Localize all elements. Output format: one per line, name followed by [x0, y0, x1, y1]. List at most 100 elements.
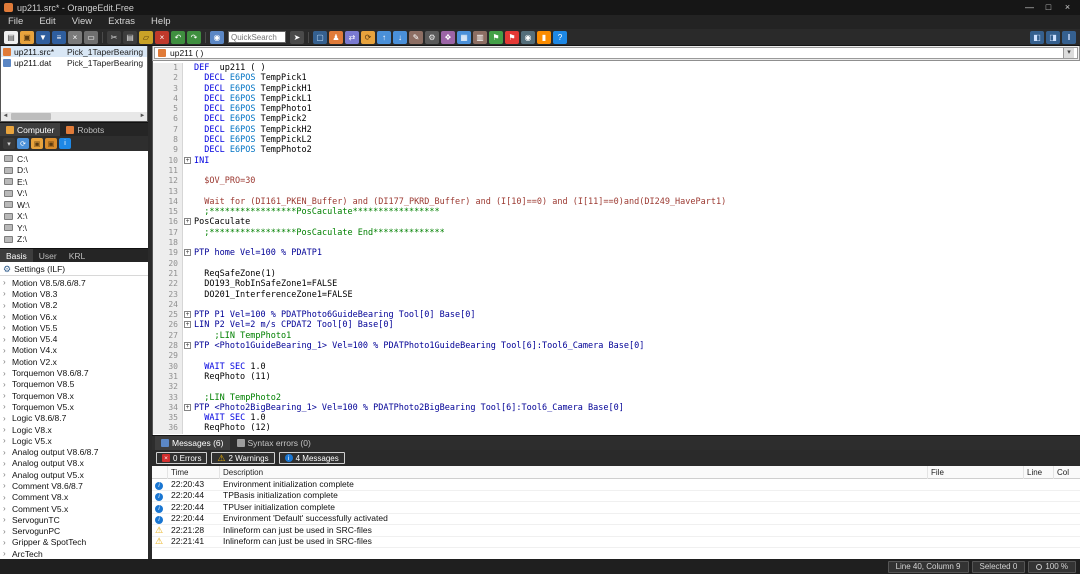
message-row[interactable]: i 22:20:43 Environment initialization comp… — [152, 479, 1080, 491]
ilf-tree-item[interactable]: › ServogunTC — [0, 514, 148, 525]
save-icon[interactable]: ▼ — [36, 30, 50, 44]
scroll-left-icon[interactable]: ◄ — [1, 112, 10, 121]
drive-item[interactable]: E:\ — [0, 176, 148, 188]
robot-icon[interactable]: ♟ — [329, 30, 343, 44]
split-left-icon[interactable]: ◧ — [1030, 30, 1044, 44]
ilf-tree-item[interactable]: › Motion V8.3 — [0, 288, 148, 299]
settings-gear-icon[interactable]: ⚙ — [425, 30, 439, 44]
new-folder-icon[interactable]: ▣ — [45, 138, 57, 149]
close-file-icon[interactable]: × — [68, 30, 82, 44]
cursor-position[interactable]: Line 40, Column 9 — [887, 560, 969, 573]
ilf-tree-item[interactable]: › Logic V5.x — [0, 435, 148, 446]
scrollbar-thumb[interactable] — [11, 113, 51, 120]
fold-toggle-icon[interactable]: + — [184, 218, 191, 226]
delete-icon[interactable]: × — [155, 30, 169, 44]
ilf-tree-item[interactable]: › Logic V8.x — [0, 424, 148, 435]
ilf-tree-item[interactable]: › Motion V5.5 — [0, 322, 148, 333]
menu-extras[interactable]: Extras — [100, 15, 143, 29]
ilf-tree-item[interactable]: › Comment V8.x — [0, 492, 148, 503]
undo-icon[interactable]: ↶ — [171, 30, 185, 44]
monitor-icon[interactable]: ▢ — [313, 30, 327, 44]
ilf-tree-item[interactable]: › Comment V5.x — [0, 503, 148, 514]
ilf-tree-item[interactable]: › Motion V6.x — [0, 311, 148, 322]
tab-user[interactable]: User — [33, 249, 63, 263]
print-icon[interactable]: ▭ — [84, 30, 98, 44]
camera-icon[interactable]: ◉ — [521, 30, 535, 44]
drive-item[interactable]: W:\ — [0, 199, 148, 211]
ilf-tree-item[interactable]: › Motion V5.4 — [0, 333, 148, 344]
fold-toggle-icon[interactable]: + — [184, 342, 191, 350]
column-header-file[interactable]: File — [928, 465, 1024, 479]
scroll-right-icon[interactable]: ► — [138, 112, 147, 121]
message-row[interactable]: ⚠ 22:21:28 Inlineform can just be used in … — [152, 525, 1080, 537]
ilf-tree-item[interactable]: › Torquemon V8.x — [0, 390, 148, 401]
sync-folder-icon[interactable]: ⟳ — [361, 30, 375, 44]
ilf-settings-header[interactable]: ⚙ Settings (ILF) — [0, 262, 148, 276]
fold-toggle-icon[interactable]: + — [184, 321, 191, 329]
ilf-tree-item[interactable]: › Torquemon V5.x — [0, 401, 148, 412]
fold-toggle-icon[interactable]: + — [184, 249, 191, 257]
ilf-tree-item[interactable]: › Analog output V8.6/8.7 — [0, 446, 148, 457]
compare-files-icon[interactable]: ⇄ — [345, 30, 359, 44]
ilf-tree-item[interactable]: › Motion V8.5/8.6/8.7 — [0, 277, 148, 288]
ilf-tree-item[interactable]: › Torquemon V8.6/8.7 — [0, 367, 148, 378]
ilf-tree-item[interactable]: › Logic V8.6/8.7 — [0, 413, 148, 424]
find-icon[interactable]: ◉ — [210, 30, 224, 44]
ilf-tree-item[interactable]: › Motion V4.x — [0, 345, 148, 356]
filter-warning-button[interactable]: ⚠ 2 Warnings — [211, 452, 275, 464]
filter-info-button[interactable]: i4 Messages — [278, 452, 345, 464]
ilf-tree-item[interactable]: › Comment V8.6/8.7 — [0, 480, 148, 491]
message-row[interactable]: i 22:20:44 TPBasis initialization complete — [152, 490, 1080, 502]
ilf-tree-item[interactable]: › Gripper & SpotTech — [0, 537, 148, 548]
filter-error-button[interactable]: × 0 Errors — [156, 452, 208, 464]
new-file-icon[interactable]: ▤ — [4, 30, 18, 44]
drive-item[interactable]: D:\ — [0, 165, 148, 177]
flag-green-icon[interactable]: ⚑ — [489, 30, 503, 44]
chart-icon[interactable]: ▮ — [537, 30, 551, 44]
ilf-tree-item[interactable]: › Torquemon V8.5 — [0, 379, 148, 390]
folder-up-icon[interactable]: ▣ — [31, 138, 43, 149]
drive-item[interactable]: C:\ — [0, 153, 148, 165]
menu-help[interactable]: Help — [143, 15, 179, 29]
redo-icon[interactable]: ↷ — [187, 30, 201, 44]
message-row[interactable]: i 22:20:44 Environment 'Default' successfu… — [152, 513, 1080, 525]
tab-krl[interactable]: KRL — [63, 249, 92, 263]
cut-icon[interactable]: ✂ — [107, 30, 121, 44]
open-file-row[interactable]: up211.dat Pick_1TaperBearing — [1, 57, 147, 68]
drive-item[interactable]: Y:\ — [0, 222, 148, 234]
column-header-time[interactable]: Time — [168, 465, 220, 479]
scrollbar-track[interactable] — [10, 112, 138, 121]
open-file-row[interactable]: up211.src* Pick_1TaperBearing — [1, 46, 147, 57]
tab-messages[interactable]: Messages (6) — [155, 436, 230, 450]
copy-icon[interactable]: ▤ — [123, 30, 137, 44]
column-header-description[interactable]: Description — [220, 465, 928, 479]
message-row[interactable]: i 22:20:44 TPUser initialization complete — [152, 502, 1080, 514]
chevron-down-icon[interactable]: ▾ — [1063, 48, 1074, 58]
drive-item[interactable]: Z:\ — [0, 234, 148, 246]
fold-toggle-icon[interactable]: + — [184, 156, 191, 164]
ilf-tree-item[interactable]: › Analog output V8.x — [0, 458, 148, 469]
tab-robots[interactable]: Robots — [60, 123, 110, 137]
drive-item[interactable]: X:\ — [0, 211, 148, 223]
drive-item[interactable]: V:\ — [0, 188, 148, 200]
ilf-tree-item[interactable]: › ServogunPC — [0, 526, 148, 537]
open-file-icon[interactable]: ▣ — [20, 30, 34, 44]
close-button[interactable]: × — [1059, 1, 1076, 14]
maximize-button[interactable]: □ — [1040, 1, 1057, 14]
document-selector[interactable]: up211 ( ) ▾ — [154, 47, 1078, 59]
menu-view[interactable]: View — [64, 15, 100, 29]
minimize-button[interactable]: — — [1021, 1, 1038, 14]
ilf-tree-item[interactable]: › Motion V2.x — [0, 356, 148, 367]
info-icon[interactable]: i — [59, 138, 71, 149]
save-all-icon[interactable]: ≡ — [52, 30, 66, 44]
search-go-icon[interactable]: ➤ — [290, 30, 304, 44]
message-row[interactable]: ⚠ 22:21:41 Inlineform can just be used in … — [152, 536, 1080, 548]
refresh-icon[interactable]: ⟳ — [17, 138, 29, 149]
file-panel-hscrollbar[interactable]: ◄ ► — [1, 112, 147, 121]
upload-icon[interactable]: ↑ — [377, 30, 391, 44]
tab-basis[interactable]: Basis — [0, 248, 33, 263]
paste-icon[interactable]: ▱ — [139, 30, 153, 44]
tab-syntax[interactable]: Syntax errors (0) — [231, 436, 317, 450]
plugin-icon[interactable]: ❖ — [441, 30, 455, 44]
edit-icon[interactable]: ✎ — [409, 30, 423, 44]
